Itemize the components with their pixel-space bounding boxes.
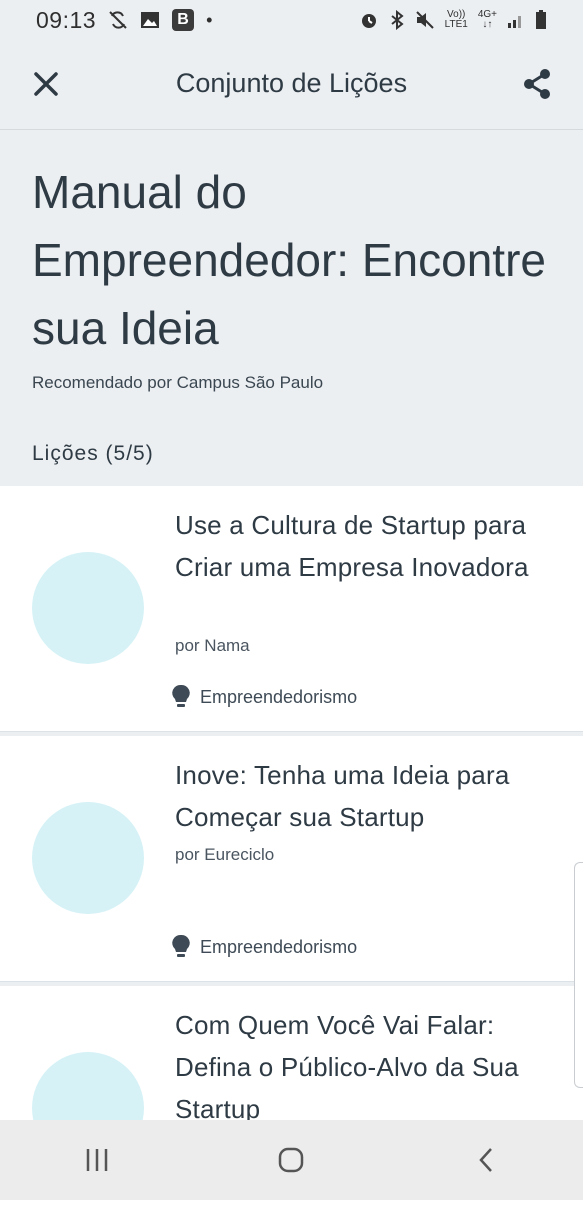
lesson-tag: Empreendedorismo <box>170 934 357 960</box>
app-bar-title: Conjunto de Lições <box>175 68 408 98</box>
lte-label: LTE1 <box>444 19 468 30</box>
app-bar: Conjunto de Lições <box>0 40 583 130</box>
back-icon <box>479 1148 492 1172</box>
mute-icon <box>415 11 434 29</box>
lesson-title: Inove: Tenha uma Ideia para Começar sua … <box>175 760 510 832</box>
lesson-author: por Nama <box>175 636 250 655</box>
lightbulb-icon <box>172 684 190 707</box>
lesson-tag: Empreendedorismo <box>170 684 357 710</box>
status-right: Vo)) LTE1 4G+ ↓↑ <box>359 10 547 30</box>
network-indicator: 4G+ ↓↑ <box>478 10 497 30</box>
bluetooth-icon <box>391 10 404 30</box>
alarm-icon <box>361 14 376 28</box>
dot-icon: • <box>206 9 213 30</box>
lesson-thumbnail <box>32 802 144 914</box>
lessons-count-heading: Lições (5/5) <box>32 442 154 465</box>
home-button[interactable] <box>271 1140 311 1180</box>
recommended-by: Recomendado por Campus São Paulo <box>32 373 324 392</box>
no-sync-icon <box>109 11 127 29</box>
share-icon[interactable] <box>519 66 555 102</box>
lesson-tag-label: Empreendedorismo <box>200 936 358 957</box>
lesson-card[interactable]: Use a Cultura de Startup para Criar uma … <box>0 486 583 732</box>
lesson-title: Com Quem Você Vai Falar: Defina o Públic… <box>175 1010 519 1124</box>
lesson-author: por Eureciclo <box>175 845 275 864</box>
status-left: 09:13 B • <box>36 7 212 34</box>
lesson-thumbnail <box>32 552 144 664</box>
volte-indicator: Vo)) LTE1 <box>445 10 468 30</box>
b-app-icon: B <box>172 9 195 31</box>
data-arrows-icon: ↓↑ <box>482 19 493 30</box>
lesson-title: Use a Cultura de Startup para Criar uma … <box>175 510 529 582</box>
lesson-card[interactable]: Inove: Tenha uma Ideia para Começar sua … <box>0 736 583 982</box>
back-button[interactable] <box>466 1140 506 1180</box>
edge-panel-handle[interactable] <box>574 862 583 1088</box>
lesson-tag-label: Empreendedorismo <box>200 686 358 707</box>
status-time: 09:13 <box>36 6 97 33</box>
status-bar: 09:13 B • Vo)) LTE1 4G+ ↓↑ <box>0 0 583 40</box>
system-nav-bar <box>0 1120 583 1200</box>
lightbulb-icon <box>172 934 190 957</box>
recents-button[interactable] <box>77 1140 117 1180</box>
image-icon <box>141 12 160 28</box>
signal-icon <box>508 16 521 28</box>
battery-icon <box>536 10 546 29</box>
recents-icon <box>86 1149 108 1171</box>
page-title: Manual do Empreendedor: Encontre sua Ide… <box>32 166 546 354</box>
home-icon <box>279 1147 304 1173</box>
